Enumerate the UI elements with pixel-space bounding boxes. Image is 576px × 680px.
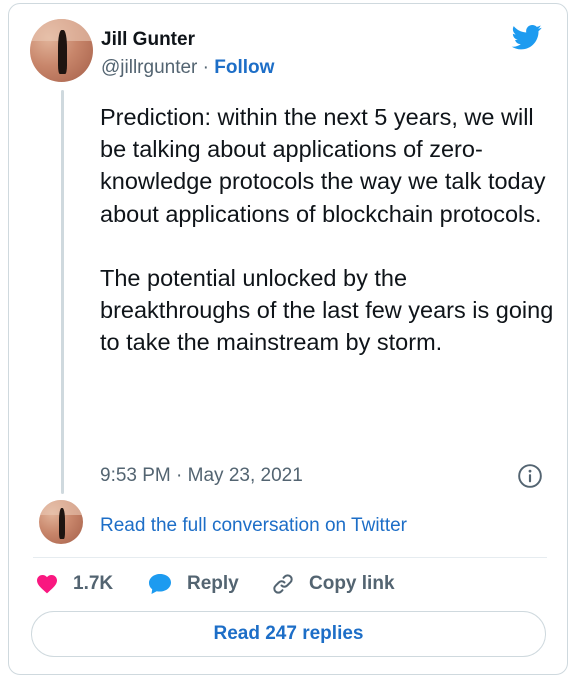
- reply-button[interactable]: Reply: [147, 572, 239, 596]
- divider: [33, 557, 547, 558]
- reply-label: Reply: [187, 573, 239, 594]
- tweet-timestamp[interactable]: 9:53 PM · May 23, 2021: [100, 465, 303, 487]
- read-replies-button[interactable]: Read 247 replies: [31, 611, 546, 657]
- author-name[interactable]: Jill Gunter: [101, 29, 195, 51]
- tweet-embed-card: Jill Gunter @jillrgunter · Follow Predic…: [8, 3, 568, 675]
- thread-line: [61, 90, 64, 494]
- conversation-avatar[interactable]: [39, 500, 83, 544]
- speech-bubble-icon: [149, 574, 171, 594]
- copy-link-button[interactable]: Copy link: [271, 572, 395, 596]
- handle-separator: ·: [197, 57, 215, 78]
- heart-icon: [37, 575, 57, 594]
- tweet-text: Prediction: within the next 5 years, we …: [100, 104, 554, 356]
- link-icon: [273, 574, 293, 594]
- read-full-conversation-link[interactable]: Read the full conversation on Twitter: [100, 515, 407, 537]
- like-button[interactable]: 1.7K: [35, 572, 113, 596]
- follow-button[interactable]: Follow: [214, 57, 274, 78]
- info-icon[interactable]: [517, 463, 543, 489]
- author-avatar[interactable]: [30, 19, 93, 82]
- author-handle[interactable]: @jillrgunter: [101, 57, 197, 78]
- twitter-bird-icon[interactable]: [509, 22, 545, 52]
- author-handle-row: @jillrgunter · Follow: [101, 57, 274, 79]
- like-count: 1.7K: [73, 573, 114, 594]
- copy-link-label: Copy link: [309, 573, 395, 594]
- action-bar: 1.7K Reply Copy link: [33, 572, 553, 602]
